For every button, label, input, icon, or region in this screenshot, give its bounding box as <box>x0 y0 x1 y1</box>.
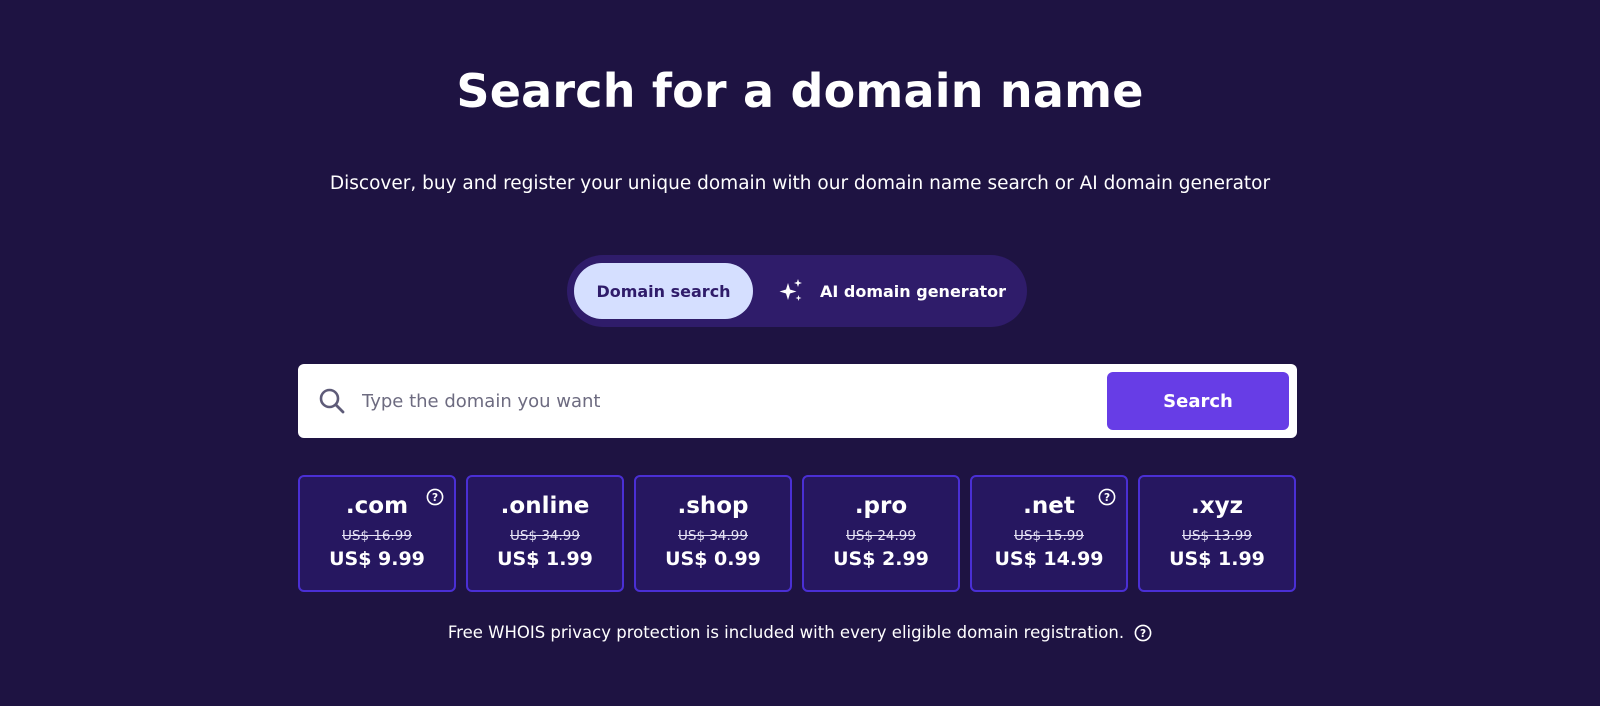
tld-card-net[interactable]: .net ? US$ 15.99 US$ 14.99 <box>970 475 1128 592</box>
svg-text:?: ? <box>1140 627 1146 639</box>
ai-domain-generator-tab-label: AI domain generator <box>819 281 1007 301</box>
tld-old-price: US$ 34.99 <box>678 528 748 544</box>
domain-search-bar: Search <box>298 364 1297 438</box>
tld-price: US$ 1.99 <box>497 548 593 570</box>
search-mode-toggle: Domain search AI domain generator <box>567 255 1027 327</box>
tld-card-xyz[interactable]: .xyz US$ 13.99 US$ 1.99 <box>1138 475 1296 592</box>
search-icon <box>319 388 345 414</box>
tld-name: .online <box>500 493 590 519</box>
tld-name: .xyz <box>1191 493 1243 519</box>
tld-card-pro[interactable]: .pro US$ 24.99 US$ 2.99 <box>802 475 960 592</box>
domain-search-tab-label: Domain search <box>596 281 731 301</box>
ai-domain-generator-tab[interactable]: AI domain generator <box>767 263 1017 319</box>
page-title: Search for a domain name <box>456 64 1144 118</box>
whois-privacy-note: Free WHOIS privacy protection is include… <box>0 623 1600 642</box>
whois-privacy-text: Free WHOIS privacy protection is include… <box>447 623 1125 642</box>
help-icon[interactable]: ? <box>1134 624 1152 642</box>
tld-price: US$ 14.99 <box>994 548 1104 570</box>
tld-name: .shop <box>677 493 749 519</box>
tld-price: US$ 9.99 <box>329 548 425 570</box>
tld-card-com[interactable]: .com ? US$ 16.99 US$ 9.99 <box>298 475 456 592</box>
svg-text:?: ? <box>1104 492 1110 504</box>
sparkle-icon <box>779 279 802 301</box>
tld-card-shop[interactable]: .shop US$ 34.99 US$ 0.99 <box>634 475 792 592</box>
tld-card-online[interactable]: .online US$ 34.99 US$ 1.99 <box>466 475 624 592</box>
help-icon[interactable]: ? <box>1098 488 1116 506</box>
tld-price-list: .com ? US$ 16.99 US$ 9.99 .online US$ 34… <box>298 475 1297 592</box>
domain-search-tab[interactable]: Domain search <box>574 263 753 319</box>
tld-price: US$ 1.99 <box>1169 548 1265 570</box>
domain-search-input[interactable] <box>362 378 1092 424</box>
search-button[interactable]: Search <box>1107 372 1289 430</box>
svg-text:?: ? <box>432 492 438 504</box>
tld-old-price: US$ 15.99 <box>1014 528 1084 544</box>
tld-price: US$ 0.99 <box>665 548 761 570</box>
tld-price: US$ 2.99 <box>833 548 929 570</box>
tld-old-price: US$ 13.99 <box>1182 528 1252 544</box>
tld-old-price: US$ 34.99 <box>510 528 580 544</box>
domain-search-page: Search for a domain name Discover, buy a… <box>0 0 1600 706</box>
tld-old-price: US$ 16.99 <box>342 528 412 544</box>
help-icon[interactable]: ? <box>426 488 444 506</box>
tld-name: .pro <box>854 493 908 519</box>
page-subtitle: Discover, buy and register your unique d… <box>329 173 1271 194</box>
tld-old-price: US$ 24.99 <box>846 528 916 544</box>
